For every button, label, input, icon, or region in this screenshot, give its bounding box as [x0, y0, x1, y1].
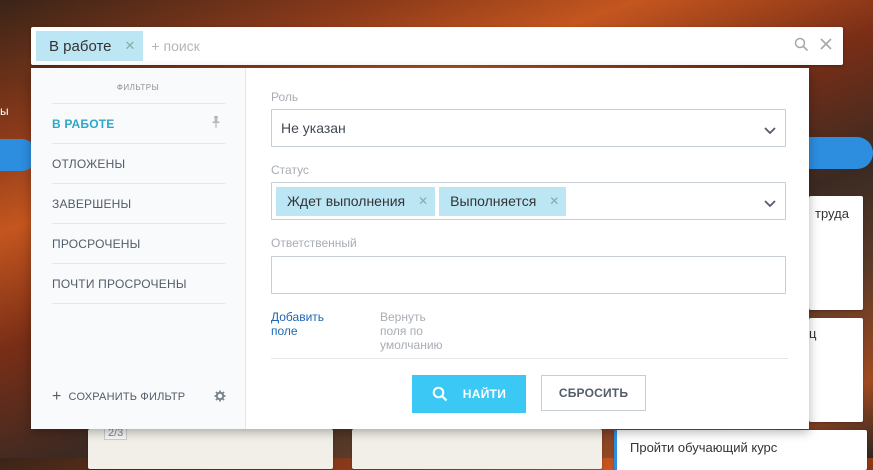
find-button[interactable]: НАЙТИ [412, 375, 526, 413]
sidebar-item-label: ПОЧТИ ПРОСРОЧЕНЫ [52, 276, 187, 291]
role-select-value: Не указан [281, 120, 346, 136]
clear-search-close-icon[interactable] [819, 37, 833, 56]
preset-list: В РАБОТЕ ОТЛОЖЕНЫ ЗАВЕРШЕНЫ ПРОСРОЧЕНЫ П… [52, 103, 225, 304]
filter-presets-sidebar: ФИЛЬТРЫ В РАБОТЕ ОТЛОЖЕНЫ ЗАВЕРШЕНЫ ПРОС… [31, 68, 246, 429]
sidebar-item-overdue[interactable]: ПРОСРОЧЕНЫ [52, 223, 225, 263]
tag-close-icon[interactable]: ✕ [418, 194, 428, 208]
responsible-label: Ответственный [271, 236, 357, 250]
sidebar-title: ФИЛЬТРЫ [116, 83, 160, 92]
bg-card[interactable]: ц [809, 318, 863, 422]
status-tag: Ждет выполнения ✕ [276, 186, 436, 216]
active-filter-chip-label: В работе [49, 37, 112, 55]
status-tag-label: Ждет выполнения [287, 193, 406, 209]
search-input[interactable] [149, 37, 754, 55]
gear-icon[interactable] [214, 389, 226, 407]
role-select[interactable]: Не указан [271, 109, 786, 147]
active-filter-chip[interactable]: В работе ✕ [36, 31, 144, 61]
search-icon [432, 386, 448, 402]
sidebar-item-label: ПРОСРОЧЕНЫ [52, 236, 141, 251]
find-button-label: НАЙТИ [462, 387, 507, 401]
bg-card[interactable]: 2/3 [88, 426, 333, 469]
add-field-link[interactable]: Добавить поле [271, 310, 324, 338]
restore-default-fields-link[interactable]: Вернуть поля по умолчанию [380, 310, 443, 352]
sidebar-item-label: ЗАВЕРШЕНЫ [52, 196, 132, 211]
filter-search-bar[interactable]: В работе ✕ [31, 27, 843, 65]
sidebar-item-in-progress[interactable]: В РАБОТЕ [52, 103, 225, 143]
reset-button-label: СБРОСИТЬ [558, 386, 629, 400]
bg-card[interactable] [352, 429, 602, 469]
bg-right-stage [809, 137, 873, 169]
chip-close-icon[interactable]: ✕ [125, 38, 136, 54]
bg-task-title: Пройти обучающий курс [630, 440, 778, 455]
search-icon[interactable] [794, 37, 809, 57]
responsible-field[interactable] [271, 256, 786, 294]
plus-icon: + [52, 388, 62, 405]
filter-popup: ФИЛЬТРЫ В РАБОТЕ ОТЛОЖЕНЫ ЗАВЕРШЕНЫ ПРОС… [31, 68, 809, 429]
chevron-down-icon [764, 195, 776, 213]
tag-close-icon[interactable]: ✕ [549, 194, 559, 208]
status-label: Статус [271, 163, 309, 177]
save-filter-button[interactable]: + СОХРАНИТЬ ФИЛЬТР [52, 388, 185, 406]
sidebar-item-completed[interactable]: ЗАВЕРШЕНЫ [52, 183, 225, 223]
status-tag: Выполняется ✕ [439, 186, 567, 216]
status-multiselect[interactable]: Ждет выполнения ✕ Выполняется ✕ [271, 182, 786, 220]
bg-card[interactable]: труда [809, 196, 863, 310]
bg-card-text: труда [815, 206, 849, 221]
chevron-down-icon [764, 122, 776, 140]
pin-icon[interactable] [211, 116, 221, 131]
status-tag-label: Выполняется [450, 193, 537, 209]
bg-card-text: ц [809, 326, 817, 341]
sidebar-item-label: ОТЛОЖЕНЫ [52, 156, 126, 171]
bg-left-label: ы [0, 104, 9, 118]
sidebar-item-deferred[interactable]: ОТЛОЖЕНЫ [52, 143, 225, 183]
divider [271, 358, 788, 359]
sidebar-item-almost-overdue[interactable]: ПОЧТИ ПРОСРОЧЕНЫ [52, 263, 225, 304]
save-filter-label: СОХРАНИТЬ ФИЛЬТР [68, 391, 186, 403]
bg-task-card[interactable]: Пройти обучающий курс [614, 430, 867, 470]
sidebar-item-label: В РАБОТЕ [52, 116, 115, 131]
reset-button[interactable]: СБРОСИТЬ [541, 375, 646, 411]
role-label: Роль [271, 90, 299, 104]
